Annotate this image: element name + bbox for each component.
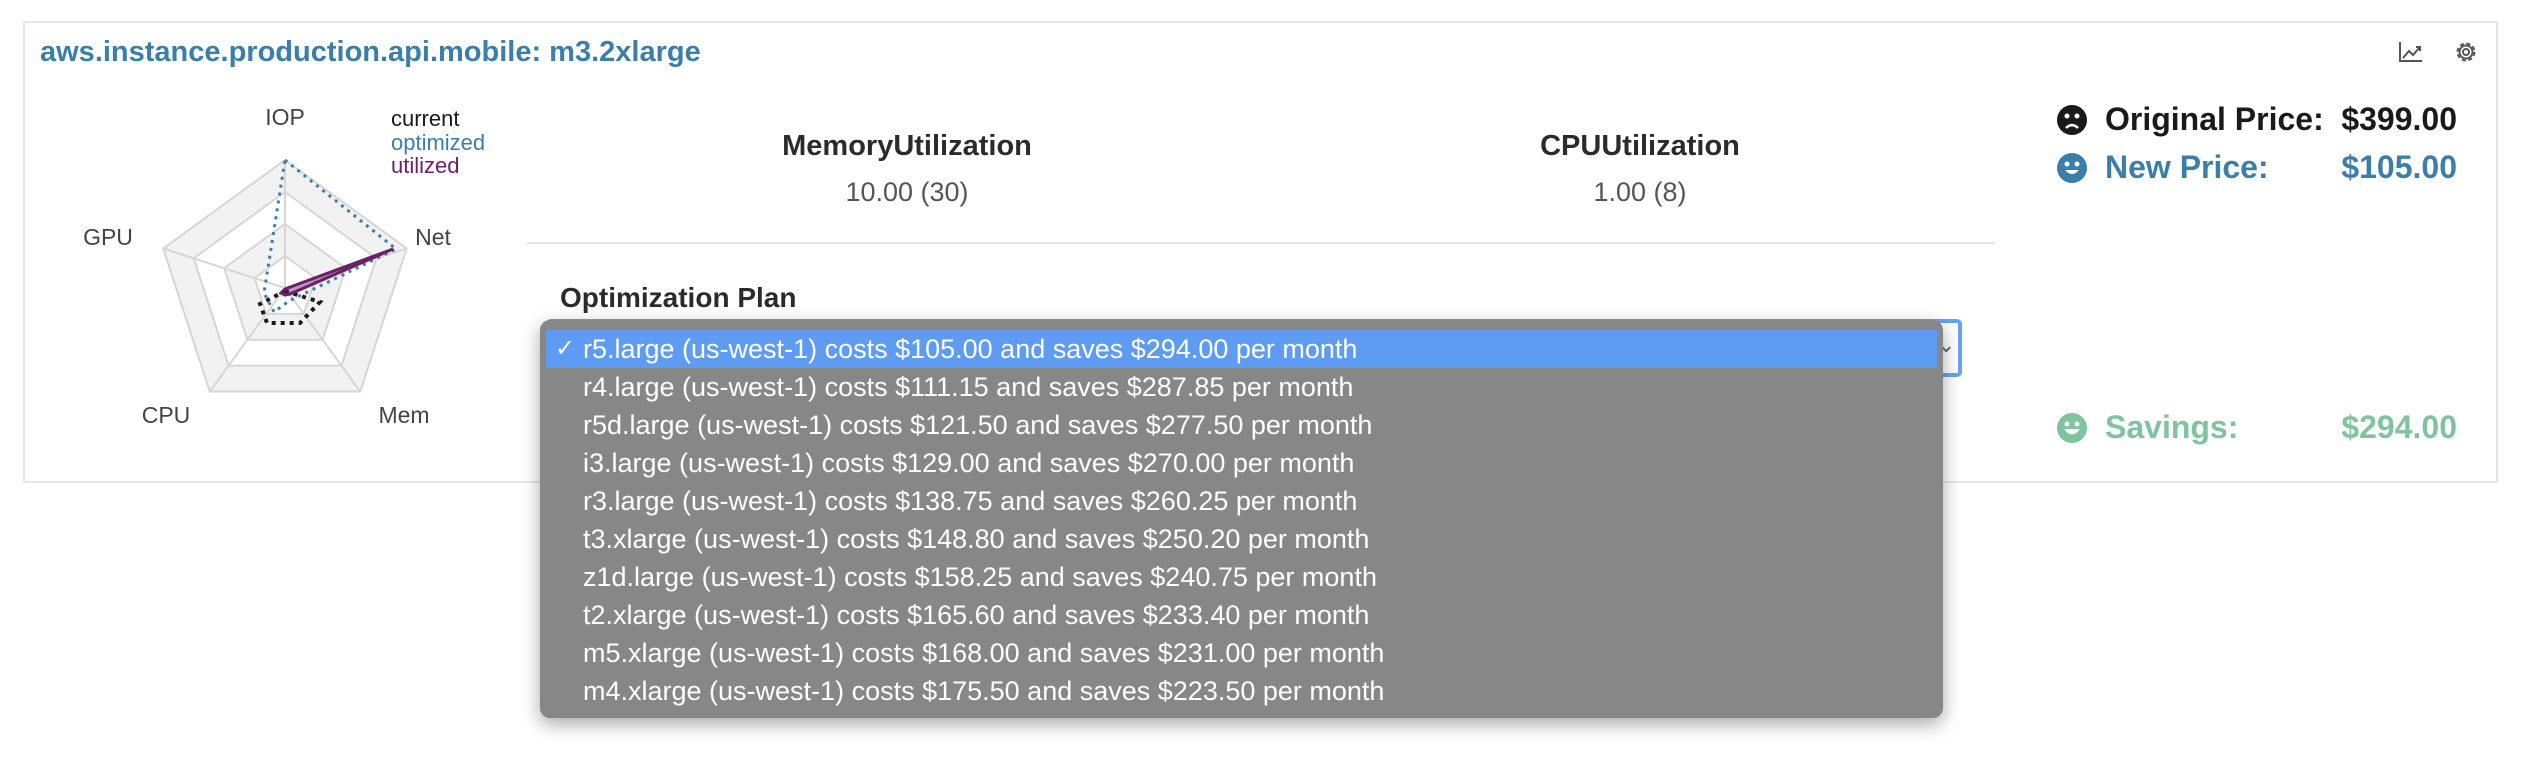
legend-utilized: utilized [391,153,459,178]
plan-option[interactable]: t3.xlarge (us-west-1) costs $148.80 and … [540,520,1943,558]
legend-optimized: optimized [391,130,485,155]
plan-option[interactable]: i3.large (us-west-1) costs $129.00 and s… [540,444,1943,482]
plan-option-label: i3.large (us-west-1) costs $129.00 and s… [583,448,1355,478]
axis-label-mem: Mem [378,402,429,428]
savings-value: $294.00 [2341,409,2457,445]
instance-title: aws.instance.production.api.mobile: m3.2… [40,36,701,68]
axis-label-iop: IOP [265,104,305,130]
optimization-plan-dropdown[interactable]: ✓ r5.large (us-west-1) costs $105.00 and… [540,320,1943,718]
metric-memory-name: MemoryUtilization [782,130,1032,162]
plan-option-label: t3.xlarge (us-west-1) costs $148.80 and … [583,524,1370,554]
plan-option[interactable]: z1d.large (us-west-1) costs $158.25 and … [540,558,1943,596]
radar-chart: IOP Net Mem CPU GPU current optimized ut… [83,104,485,428]
plan-option[interactable]: t2.xlarge (us-west-1) costs $165.60 and … [540,596,1943,634]
metric-cpu-name: CPUUtilization [1540,130,1740,162]
plan-option-label: r3.large (us-west-1) costs $138.75 and s… [583,486,1358,516]
plan-option-label: t2.xlarge (us-west-1) costs $165.60 and … [583,600,1370,630]
metric-memory-value: 10.00 (30) [845,177,969,207]
gear-icon[interactable] [2451,38,2481,66]
plan-option[interactable]: m5.xlarge (us-west-1) costs $168.00 and … [540,634,1943,672]
plan-option-label: r4.large (us-west-1) costs $111.15 and s… [583,372,1354,402]
chart-icon[interactable] [2396,38,2426,66]
metric-cpu-value: 1.00 (8) [1593,177,1687,207]
axis-label-gpu: GPU [83,224,133,250]
plan-option[interactable]: m4.xlarge (us-west-1) costs $175.50 and … [540,672,1943,710]
radar-grid [162,158,408,393]
grin-face-icon [2057,412,2087,443]
original-price-label: Original Price: [2105,101,2324,137]
axis-label-net: Net [415,224,451,250]
plan-option[interactable]: r3.large (us-west-1) costs $138.75 and s… [540,482,1943,520]
sad-face-icon [2057,104,2087,135]
smile-face-icon [2057,152,2087,183]
plan-option-label: r5.large (us-west-1) costs $105.00 and s… [583,334,1358,364]
savings-row: Savings: $294.00 [2056,409,2457,446]
new-price-value: $105.00 [2341,149,2457,185]
axis-label-cpu: CPU [142,402,191,428]
checkmark-icon: ✓ [555,335,576,362]
metric-cpu: CPUUtilization 1.00 (8) [1440,130,1840,208]
new-price-row: New Price: $105.00 [2056,149,2457,186]
divider [527,242,1995,244]
optimization-plan-label: Optimization Plan [560,282,797,313]
plan-option-label: m4.xlarge (us-west-1) costs $175.50 and … [583,676,1385,706]
new-price-label: New Price: [2105,149,2269,185]
plan-option[interactable]: r4.large (us-west-1) costs $111.15 and s… [540,368,1943,406]
original-price-value: $399.00 [2341,101,2457,137]
metric-memory: MemoryUtilization 10.00 (30) [707,130,1107,208]
plan-option-label: m5.xlarge (us-west-1) costs $168.00 and … [583,638,1385,668]
legend-current: current [391,106,459,131]
plan-option[interactable]: r5d.large (us-west-1) costs $121.50 and … [540,406,1943,444]
savings-label: Savings: [2105,409,2239,445]
plan-option-label: z1d.large (us-west-1) costs $158.25 and … [583,562,1377,592]
plan-option-selected[interactable]: ✓ r5.large (us-west-1) costs $105.00 and… [546,330,1937,368]
original-price-row: Original Price: $399.00 [2056,101,2457,138]
plan-option-label: r5d.large (us-west-1) costs $121.50 and … [583,410,1373,440]
